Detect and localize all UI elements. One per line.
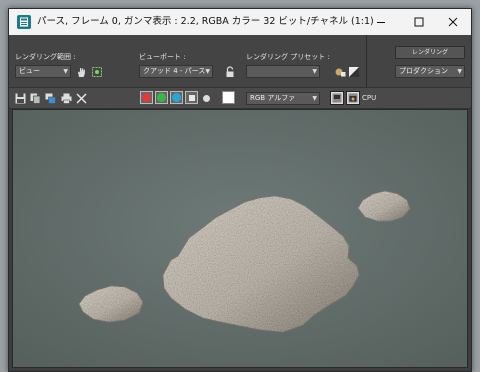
hand-pointer-icon (78, 68, 85, 77)
lock-icon (226, 66, 234, 77)
clear-x-icon (76, 93, 86, 103)
title-bar[interactable]: パース, フレーム 0, ガンマ表示 : 2.2, RGBA カラー 32 ビッ… (9, 9, 471, 35)
render-setup-icon (335, 68, 346, 77)
copy-image-button[interactable] (28, 91, 42, 105)
environment-effects-button[interactable] (347, 65, 361, 79)
background-color-swatch[interactable] (222, 91, 235, 104)
clone-window-icon (45, 93, 56, 104)
save-image-button[interactable] (13, 91, 27, 105)
blue-channel-toggle[interactable] (170, 91, 183, 104)
production-value: プロダクション (399, 67, 448, 75)
render-preset-dropdown[interactable]: ▼ (246, 65, 320, 78)
app-icon (17, 15, 31, 29)
render-area-label: レンダリング範囲 : (15, 53, 76, 61)
window-ui-icon (348, 93, 358, 103)
alpha-channel-toggle[interactable] (185, 91, 198, 104)
display-channel-value: RGB アルファ (250, 94, 296, 102)
render-button[interactable]: レンダリング (395, 46, 465, 59)
display-channel-dropdown[interactable]: RGB アルファ ▼ (246, 92, 320, 105)
frame-overlay-icon (332, 93, 342, 103)
viewport-value: クアッド 4 - パース (143, 67, 206, 75)
copy-icon (30, 93, 40, 104)
clear-button[interactable] (74, 91, 88, 105)
render-preset-label: レンダリング プリセット : (246, 53, 330, 61)
save-icon (15, 93, 25, 103)
blue-channel-dot (172, 93, 181, 102)
alpha-channel-square (188, 94, 195, 101)
close-button[interactable] (435, 9, 471, 35)
print-image-button[interactable] (59, 91, 73, 105)
rendered-frame-window: パース, フレーム 0, ガンマ表示 : 2.2, RGBA カラー 32 ビッ… (8, 8, 472, 372)
rendered-rocks-image (13, 110, 467, 367)
auto-region-button[interactable] (90, 65, 104, 79)
red-channel-toggle[interactable] (140, 91, 153, 104)
minimize-icon (377, 22, 385, 23)
monochrome-toggle[interactable] (203, 95, 210, 102)
green-channel-dot (157, 93, 166, 102)
window-title: パース, フレーム 0, ガンマ表示 : 2.2, RGBA カラー 32 ビッ… (37, 16, 374, 27)
print-icon (61, 93, 71, 104)
pick-region-button[interactable] (74, 65, 88, 79)
maximize-icon (414, 17, 424, 27)
green-channel-toggle[interactable] (155, 91, 168, 104)
cpu-label: CPU (362, 94, 377, 102)
chevron-down-icon: ▼ (312, 68, 317, 75)
viewport-dropdown[interactable]: クアッド 4 - パース ▼ (139, 65, 213, 78)
frame-toolbar: RGB アルファ ▼ CPU (9, 87, 471, 109)
clone-frame-button[interactable] (43, 91, 57, 105)
chevron-down-icon: ▼ (63, 68, 68, 75)
region-select-icon (92, 67, 102, 77)
minimize-button[interactable] (363, 9, 399, 35)
panel-divider (366, 35, 367, 87)
render-area-value: ビュー (19, 67, 40, 75)
chevron-down-icon: ▼ (312, 95, 317, 102)
render-area-dropdown[interactable]: ビュー ▼ (15, 65, 71, 78)
chevron-down-icon: ▼ (457, 68, 462, 75)
render-controls-panel: レンダリング範囲 : ビュー ▼ ビューポート : クアッド 4 - パース ▼ (9, 35, 471, 87)
lock-viewport-button[interactable] (223, 65, 237, 79)
render-viewport[interactable] (12, 109, 468, 368)
toggle-ui-overlay-button[interactable] (330, 91, 344, 105)
environment-effects-icon (349, 67, 359, 77)
red-channel-dot (142, 93, 151, 102)
close-icon (448, 17, 458, 27)
chevron-down-icon: ▼ (205, 68, 210, 75)
maximize-button[interactable] (401, 9, 437, 35)
toggle-ui-button[interactable] (346, 91, 360, 105)
production-dropdown[interactable]: プロダクション ▼ (395, 65, 465, 78)
viewport-label: ビューポート : (139, 53, 186, 61)
render-setup-button[interactable] (333, 65, 347, 79)
